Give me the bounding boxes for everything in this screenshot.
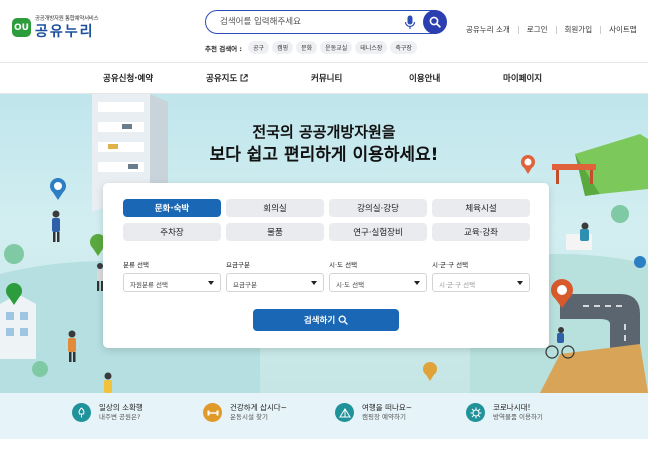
- filter-province: 시·도 선택 시·도 선택: [329, 259, 427, 292]
- quick-link-quarantine[interactable]: 코로나시대! 방역물품 이용하기: [466, 403, 543, 422]
- fee-select[interactable]: 요금구분: [226, 273, 324, 292]
- category-meeting-room[interactable]: 회의실: [226, 199, 324, 217]
- logo-subtitle: 공공개방자원 통합예약서비스: [35, 16, 99, 22]
- external-link-icon: [240, 74, 248, 82]
- search-submit-button[interactable]: 검색하기: [253, 309, 399, 331]
- map-pin-icon: [423, 362, 437, 381]
- laptop-person-illustration: [566, 222, 592, 250]
- quick-link-sports[interactable]: 건강하게 삽시다~ 운동시설 찾기: [203, 403, 287, 422]
- tent-icon: [335, 403, 354, 422]
- site-logo[interactable]: OU 공공개방자원 통합예약서비스 공유누리: [12, 16, 99, 40]
- category-education[interactable]: 교육·강좌: [432, 223, 530, 241]
- person-illustration: [52, 210, 60, 242]
- search-button[interactable]: [422, 9, 447, 34]
- virus-icon: [466, 403, 485, 422]
- search-box: [205, 9, 447, 34]
- divider: [600, 25, 602, 34]
- link-signup[interactable]: 회원가입: [565, 24, 593, 35]
- filter-label: 시·군·구 선택: [432, 261, 469, 269]
- person-illustration: [104, 372, 112, 393]
- footer-spacer: [0, 439, 648, 454]
- category-grid: 문화·숙박 회의실 강의실·강당 체육시설 주차장 물품 연구·실험장비 교육·…: [123, 199, 530, 241]
- filter-fee: 요금구분 요금구분: [226, 259, 324, 292]
- filter-classification: 분류 선택 자원분류 선택: [123, 259, 221, 292]
- link-login[interactable]: 로그인: [527, 24, 548, 35]
- category-sports-facility[interactable]: 체육시설: [432, 199, 530, 217]
- keyword-chip[interactable]: 문화: [296, 41, 318, 54]
- nav-community[interactable]: 커뮤니티: [311, 72, 342, 84]
- category-culture-lodging[interactable]: 문화·숙박: [123, 199, 221, 217]
- category-goods[interactable]: 물품: [226, 223, 324, 241]
- map-pin-icon: [50, 178, 66, 200]
- district-select[interactable]: 시·군·구 선택: [432, 273, 530, 292]
- quick-link-park[interactable]: 일상의 소확행 내주변 공원은?: [72, 403, 143, 422]
- resource-search-panel: 문화·숙박 회의실 강의실·강당 체육시설 주차장 물품 연구·실험장비 교육·…: [103, 183, 549, 348]
- quick-links: 일상의 소확행 내주변 공원은? 건강하게 삽시다~ 운동시설 찾기 여행을 떠…: [0, 393, 648, 439]
- keyword-chip[interactable]: 운동교실: [320, 41, 353, 54]
- utility-links: 공유누리 소개 로그인 회원가입 사이트맵: [466, 24, 637, 35]
- nav-reservation[interactable]: 공유신청·예약: [103, 72, 153, 84]
- dumbbell-icon: [203, 403, 222, 422]
- province-select[interactable]: 시·도 선택: [329, 273, 427, 292]
- caret-down-icon: [311, 281, 317, 285]
- filter-label: 분류 선택: [123, 261, 149, 269]
- link-sitemap[interactable]: 사이트맵: [609, 24, 637, 35]
- map-pin-icon: [634, 256, 646, 268]
- divider: [555, 25, 557, 34]
- filter-label: 요금구분: [226, 261, 250, 269]
- caret-down-icon: [208, 281, 214, 285]
- hero-section: 전국의 공공개방자원을 보다 쉽고 편리하게 이용하세요! 문화·숙박 회의실 …: [0, 94, 648, 393]
- link-about[interactable]: 공유누리 소개: [466, 24, 510, 35]
- logo-name: 공유누리: [35, 23, 95, 40]
- search-icon: [429, 16, 441, 28]
- search-icon: [338, 315, 348, 325]
- recommended-label: 추천 검색어 :: [205, 44, 243, 53]
- nav-map[interactable]: 공유지도: [206, 72, 248, 84]
- recommended-keywords: 추천 검색어 : 공구 캠핑 문화 운동교실 테니스장 축구장: [205, 41, 417, 54]
- microphone-icon[interactable]: [404, 15, 416, 30]
- quick-link-camping[interactable]: 여행을 떠나요~ 캠핑장 예약하기: [335, 403, 412, 422]
- divider: [517, 25, 519, 34]
- main-nav: 공유신청·예약 공유지도 커뮤니티 이용안내 마이페이지: [0, 62, 648, 94]
- search-input[interactable]: [220, 14, 400, 30]
- tree-icon: [72, 403, 91, 422]
- hero-subtitle: 보다 쉽고 편리하게 이용하세요!: [209, 145, 439, 165]
- classification-select[interactable]: 자원분류 선택: [123, 273, 221, 292]
- caret-down-icon: [414, 281, 420, 285]
- category-parking[interactable]: 주차장: [123, 223, 221, 241]
- filter-row: 분류 선택 자원분류 선택 요금구분 요금구분 시·도 선택 시·도 선택 시·…: [123, 259, 530, 292]
- filter-district: 시·군·구 선택 시·군·구 선택: [432, 259, 530, 292]
- keyword-chip[interactable]: 축구장: [390, 41, 417, 54]
- keyword-chip[interactable]: 캠핑: [272, 41, 294, 54]
- header: OU 공공개방자원 통합예약서비스 공유누리 추천 검색어 : 공구 캠핑 문화…: [0, 0, 648, 62]
- category-lecture-hall[interactable]: 강의실·강당: [329, 199, 427, 217]
- filter-label: 시·도 선택: [329, 261, 358, 269]
- logo-mark-icon: OU: [12, 18, 31, 38]
- keyword-chip[interactable]: 테니스장: [355, 41, 388, 54]
- category-research-equipment[interactable]: 연구·실험장비: [329, 223, 427, 241]
- nav-mypage[interactable]: 마이페이지: [503, 72, 542, 84]
- caret-down-icon: [517, 281, 523, 285]
- hero-title: 전국의 공공개방자원을: [252, 123, 396, 141]
- keyword-chip[interactable]: 공구: [248, 41, 270, 54]
- nav-guide[interactable]: 이용안내: [409, 72, 440, 84]
